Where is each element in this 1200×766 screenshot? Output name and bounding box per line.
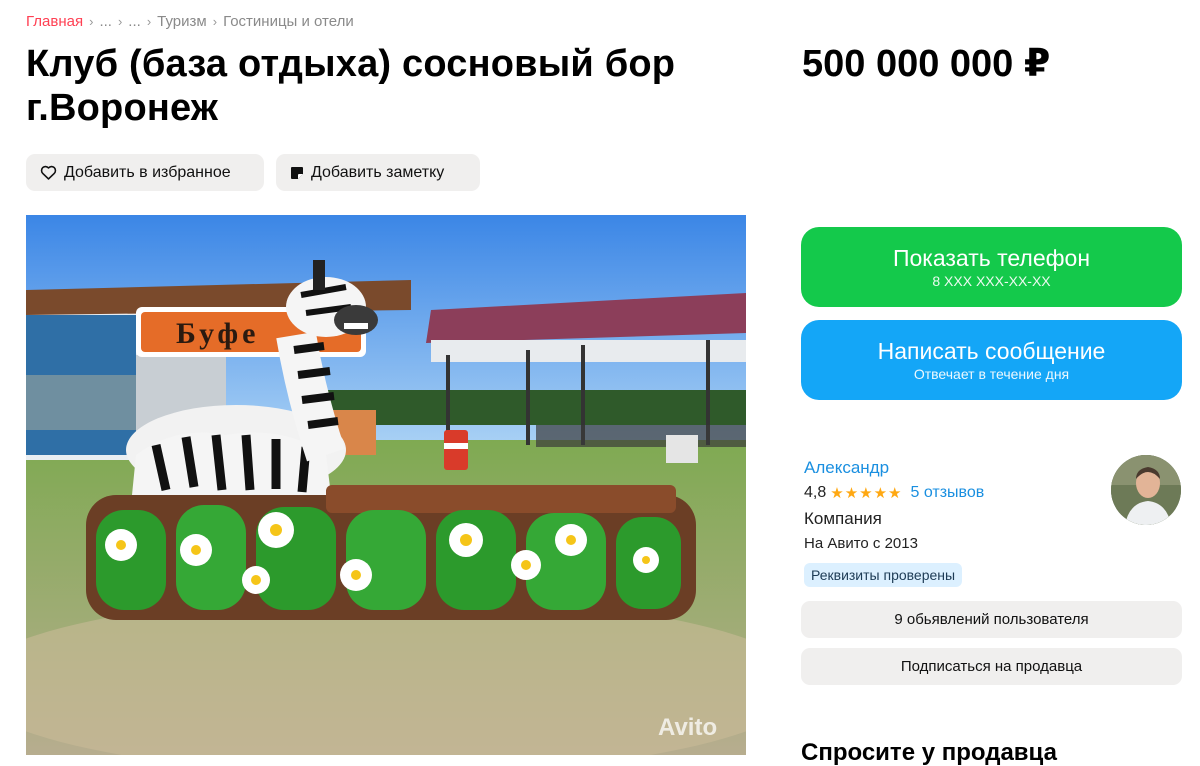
breadcrumb-separator: › — [146, 14, 152, 29]
listing-photo[interactable]: Буфе Avito — [26, 215, 746, 755]
seller-rating: 4,8 ★★★★★ 5 отзывов — [804, 484, 984, 502]
write-message-button[interactable]: Написать сообщение Отвечает в течение дн… — [801, 320, 1182, 400]
listing-price: 500 000 000 ₽ — [802, 43, 1051, 85]
user-listings-button[interactable]: 9 обьявлений пользователя — [801, 601, 1182, 638]
breadcrumb-item-hotels[interactable]: Гостиницы и отели — [223, 13, 354, 30]
breadcrumb-item[interactable]: ... — [128, 13, 141, 30]
masked-phone-number: 8 XXX XXX-XX-XX — [932, 273, 1051, 289]
breadcrumb-separator: › — [212, 14, 218, 29]
seller-name-link[interactable]: Александр — [804, 458, 889, 478]
note-icon — [291, 166, 303, 179]
photo-watermark: Avito — [658, 714, 717, 741]
breadcrumb-separator: › — [117, 14, 123, 29]
page-title: Клуб (база отдыха) сосновый бор г.Вороне… — [26, 43, 676, 129]
add-to-favorites-label: Добавить в избранное — [64, 163, 231, 181]
add-to-favorites-button[interactable]: Добавить в избранное — [26, 154, 264, 191]
write-message-label: Написать сообщение — [877, 338, 1106, 364]
breadcrumb: Главная › ... › ... › Туризм › Гостиницы… — [26, 13, 354, 30]
breadcrumb-separator: › — [89, 14, 94, 29]
reviews-link[interactable]: 5 отзывов — [911, 484, 985, 502]
star-icon: ★★★★★ — [830, 485, 903, 502]
show-phone-label: Показать телефон — [892, 245, 1091, 271]
verified-badge: Реквизиты проверены — [804, 563, 963, 587]
heart-icon — [40, 165, 57, 180]
breadcrumb-item[interactable]: ... — [99, 13, 112, 30]
response-time-text: Отвечает в течение дня — [913, 366, 1070, 382]
rating-value: 4,8 — [804, 484, 827, 501]
add-note-button[interactable]: Добавить заметку — [276, 154, 480, 191]
photo-treeline — [326, 390, 746, 425]
avatar[interactable] — [1111, 455, 1181, 525]
add-note-label: Добавить заметку — [311, 163, 445, 181]
ask-seller-heading: Спросите у продавца — [801, 739, 1057, 766]
show-phone-button[interactable]: Показать телефон 8 XXX XXX-XX-XX — [801, 227, 1182, 307]
photo-painted-bench — [86, 485, 696, 620]
photo-buffet-sign: Буфе — [176, 317, 259, 350]
breadcrumb-home[interactable]: Главная — [26, 13, 83, 30]
breadcrumb-item-tourism[interactable]: Туризм — [157, 13, 207, 30]
seller-type: Компания — [804, 509, 882, 528]
subscribe-seller-button[interactable]: Подписаться на продавца — [801, 648, 1182, 685]
seller-since: На Авито с 2013 — [804, 535, 918, 552]
